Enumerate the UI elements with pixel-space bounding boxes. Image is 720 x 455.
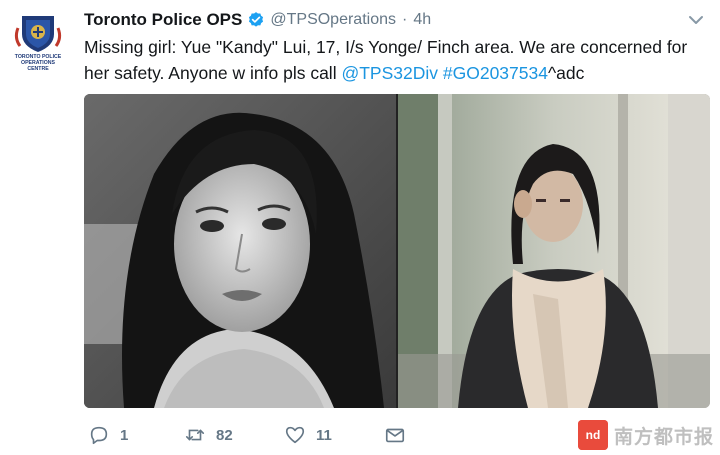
newspaper-watermark: nd 南方都市报 [578, 420, 714, 450]
tweet-text-suffix: ^adc [547, 63, 585, 83]
reply-icon [90, 426, 108, 445]
retweet-button[interactable]: 82 [184, 420, 233, 450]
avatar-caption-3: CENTRE [27, 66, 49, 72]
timestamp[interactable]: 4h [413, 11, 431, 29]
reply-count: 1 [120, 426, 129, 444]
chevron-down-icon[interactable] [686, 10, 706, 30]
toronto-police-badge-icon: TORONTO POLICE OPERATIONS CENTRE [7, 9, 69, 72]
retweet-count: 82 [216, 426, 233, 444]
verified-badge-icon [247, 11, 265, 29]
user-handle[interactable]: @TPSOperations [270, 11, 396, 29]
avatar[interactable]: TORONTO POLICE OPERATIONS CENTRE [6, 8, 70, 72]
direct-message-button[interactable] [384, 420, 406, 450]
like-button[interactable]: 11 [284, 420, 332, 450]
retweet-icon [185, 429, 205, 441]
reply-button[interactable]: 1 [88, 420, 128, 450]
tweet-media[interactable] [84, 94, 710, 408]
separator-dot: · [402, 11, 408, 28]
watermark-logo-text: nd [586, 428, 601, 442]
tweet-actions: 1 82 11 [84, 420, 504, 450]
tweet-text: Missing girl: Yue "Kandy" Lui, 17, I/s Y… [84, 34, 710, 86]
newspaper-logo-icon: nd [578, 420, 608, 450]
heart-icon [285, 426, 305, 444]
display-name[interactable]: Toronto Police OPS [84, 10, 242, 30]
envelope-icon [385, 428, 405, 443]
missing-girl-selfie-photo[interactable] [84, 94, 396, 408]
watermark-text: 南方都市报 [614, 426, 715, 448]
missing-girl-cctv-photo[interactable] [398, 94, 710, 408]
like-count: 11 [316, 426, 332, 444]
tweet-header: Toronto Police OPS @TPSOperations · 4h [84, 8, 431, 32]
mention-link[interactable]: @TPS32Div [341, 63, 438, 83]
tweet-card: TORONTO POLICE OPERATIONS CENTRE Toronto… [0, 0, 720, 453]
hashtag-link[interactable]: #GO2037534 [443, 63, 548, 83]
